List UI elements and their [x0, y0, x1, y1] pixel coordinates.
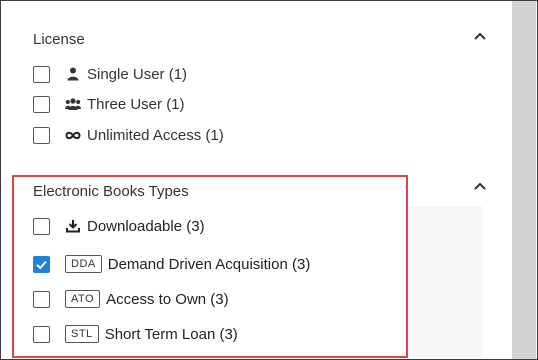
download-icon — [65, 218, 81, 234]
checkbox[interactable] — [33, 217, 50, 235]
option-label: Access to Own (3) — [106, 290, 229, 308]
panel-shade — [408, 206, 482, 358]
checkbox[interactable] — [33, 65, 50, 83]
infinity-icon — [65, 127, 81, 143]
checkbox[interactable] — [33, 290, 50, 308]
option-label: Unlimited Access (1) — [87, 126, 224, 144]
ebook-option-downloadable[interactable]: Downloadable (3) — [33, 215, 205, 237]
check-icon — [36, 260, 47, 269]
ebook-option-dda[interactable]: DDA Demand Driven Acquisition (3) — [33, 253, 310, 275]
type-badge: ATO — [65, 290, 101, 308]
license-option-three-user[interactable]: Three User (1) — [33, 93, 185, 115]
option-label: Single User (1) — [87, 65, 188, 83]
checkbox[interactable] — [33, 325, 50, 343]
chevron-up-icon[interactable] — [471, 28, 489, 46]
license-option-single-user[interactable]: Single User (1) — [33, 63, 187, 85]
ebook-option-stl[interactable]: STL Short Term Loan (3) — [33, 323, 238, 345]
scrollbar-thumb[interactable] — [512, 1, 536, 359]
license-section-title: License — [33, 31, 85, 48]
users-icon — [65, 96, 81, 112]
ebook-types-section-title: Electronic Books Types — [33, 183, 189, 200]
checkbox[interactable] — [33, 95, 50, 113]
type-badge: STL — [65, 325, 99, 343]
scrollbar[interactable] — [512, 1, 536, 359]
type-badge: DDA — [65, 255, 102, 273]
option-label: Downloadable (3) — [87, 217, 205, 235]
checkbox[interactable] — [33, 126, 50, 144]
option-label: Short Term Loan (3) — [104, 325, 238, 343]
chevron-up-icon[interactable] — [471, 178, 489, 196]
option-label: Three User (1) — [87, 95, 185, 113]
ebook-option-ato[interactable]: ATO Access to Own (3) — [33, 288, 229, 310]
checkbox-checked[interactable] — [33, 255, 50, 273]
option-label: Demand Driven Acquisition (3) — [107, 255, 311, 273]
user-icon — [65, 66, 81, 82]
license-option-unlimited-access[interactable]: Unlimited Access (1) — [33, 124, 224, 146]
